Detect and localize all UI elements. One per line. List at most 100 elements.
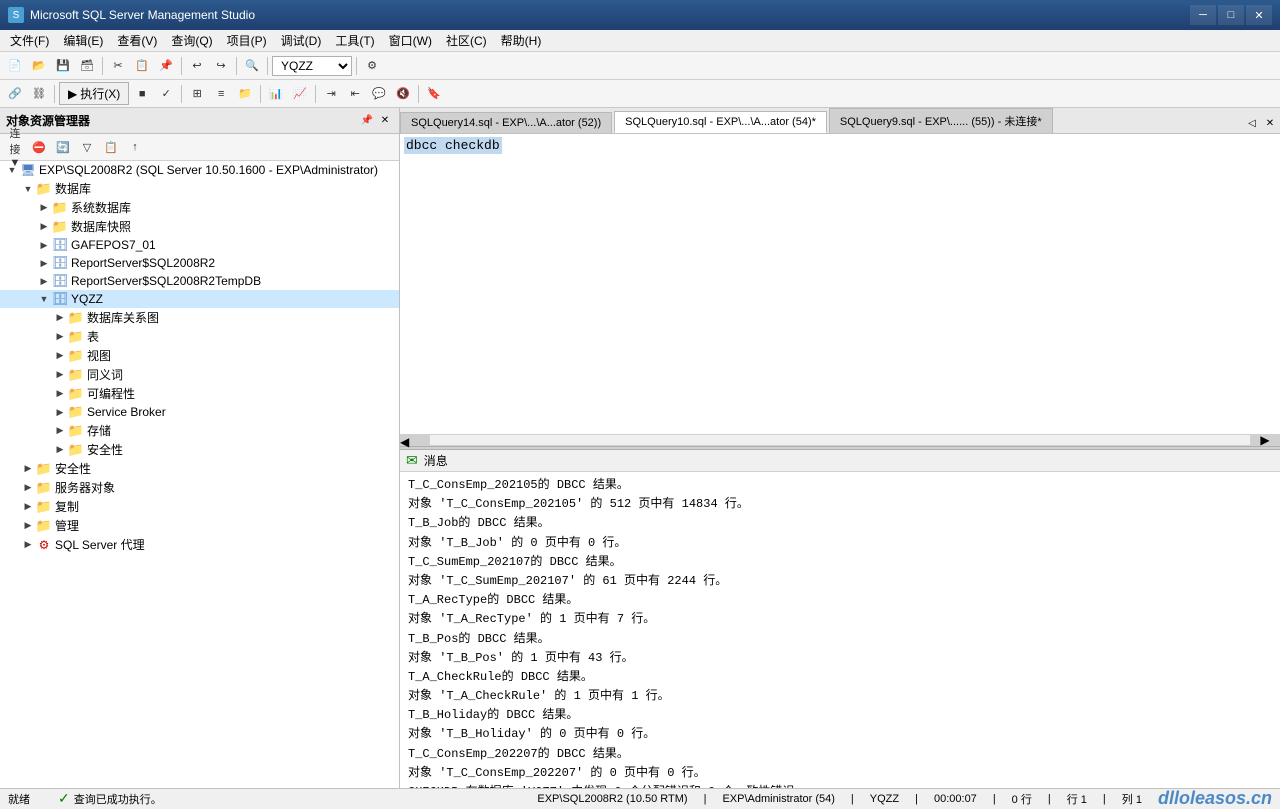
menu-edit[interactable]: 编辑(E) <box>57 30 109 51</box>
expand-replication-icon: ▶ <box>20 501 36 512</box>
databases-label: 数据库 <box>55 180 91 197</box>
tree-node-snapshots[interactable]: ▶ 📁 数据库快照 <box>0 217 399 236</box>
save-button[interactable]: 💾 <box>52 55 74 77</box>
oe-close-button[interactable]: ✕ <box>377 113 393 129</box>
save-all-button[interactable]: 🗃 <box>76 55 98 77</box>
include-client-stats[interactable]: 📈 <box>289 83 311 105</box>
oe-content[interactable]: ▼ 🖥 EXP\SQL2008R2 (SQL Server 10.50.1600… <box>0 161 399 788</box>
paste-button[interactable]: 📌 <box>155 55 177 77</box>
expand-synonyms-icon: ▶ <box>52 369 68 380</box>
tree-node-servicebroker[interactable]: ▶ 📁 Service Broker <box>0 403 399 421</box>
indent-button[interactable]: ⇥ <box>320 83 342 105</box>
redo-button[interactable]: ↪ <box>210 55 232 77</box>
uncomment-button[interactable]: 🔇 <box>392 83 414 105</box>
tree-node-storage[interactable]: ▶ 📁 存储 <box>0 421 399 440</box>
filter-button[interactable]: ⚙ <box>361 55 383 77</box>
results-to-grid[interactable]: ⊞ <box>186 83 208 105</box>
tab-pin-button[interactable]: ◁ <box>1244 115 1260 131</box>
tab-2[interactable]: SQLQuery10.sql - EXP\...\A...ator (54)* <box>614 111 827 133</box>
results-to-text[interactable]: ≡ <box>210 83 232 105</box>
tree-node-server[interactable]: ▼ 🖥 EXP\SQL2008R2 (SQL Server 10.50.1600… <box>0 161 399 179</box>
main-toolbar: 📄 📂 💾 🗃 ✂ 📋 📌 ↩ ↪ 🔍 YQZZ ⚙ <box>0 52 1280 80</box>
menu-window[interactable]: 窗口(W) <box>383 30 438 51</box>
tree-node-sysdbs[interactable]: ▶ 📁 系统数据库 <box>0 198 399 217</box>
tree-node-gafepos[interactable]: ▶ 🗄 GAFEPOS7_01 <box>0 236 399 254</box>
connect-button[interactable]: 🔗 <box>4 83 26 105</box>
open-button[interactable]: 📂 <box>28 55 50 77</box>
oe-collapse-button[interactable]: ↑ <box>124 136 146 158</box>
tree-node-tables[interactable]: ▶ 📁 表 <box>0 327 399 346</box>
undo-button[interactable]: ↩ <box>186 55 208 77</box>
synonyms-label: 同义词 <box>87 366 123 383</box>
parse-button[interactable]: ✓ <box>155 83 177 105</box>
disconnect-button[interactable]: ⛓ <box>28 83 50 105</box>
oe-refresh-button[interactable]: 🔄 <box>52 136 74 158</box>
menu-debug[interactable]: 调试(D) <box>275 30 328 51</box>
tree-node-dbdiag[interactable]: ▶ 📁 数据库关系图 <box>0 308 399 327</box>
oe-connect-button[interactable]: 连接▼ <box>4 136 26 158</box>
tree-node-sqlagent[interactable]: ▶ ⚙ SQL Server 代理 <box>0 535 399 554</box>
new-query-button[interactable]: 📄 <box>4 55 26 77</box>
dbdiag-folder-icon: 📁 <box>68 310 84 326</box>
oe-report-button[interactable]: 📋 <box>100 136 122 158</box>
toolbar-separator-3 <box>236 57 237 75</box>
tree-node-yqzz[interactable]: ▼ 🗄 YQZZ <box>0 290 399 308</box>
menu-tools[interactable]: 工具(T) <box>329 30 380 51</box>
results-to-file[interactable]: 📁 <box>234 83 256 105</box>
tree-node-replication[interactable]: ▶ 📁 复制 <box>0 497 399 516</box>
sql-editor[interactable]: dbcc checkdb <box>400 134 1280 434</box>
include-actual-plan[interactable]: 📊 <box>265 83 287 105</box>
copy-button[interactable]: 📋 <box>131 55 153 77</box>
results-tab-label[interactable]: 消息 <box>424 452 448 469</box>
tree-node-security-db[interactable]: ▶ 📁 安全性 <box>0 440 399 459</box>
tree-node-security[interactable]: ▶ 📁 安全性 <box>0 459 399 478</box>
cut-button[interactable]: ✂ <box>107 55 129 77</box>
database-selector[interactable]: YQZZ <box>272 56 352 76</box>
tree-node-reportserver[interactable]: ▶ 🗄 ReportServer$SQL2008R2 <box>0 254 399 272</box>
minimize-button[interactable]: ─ <box>1190 5 1216 25</box>
yqzz-label: YQZZ <box>71 292 103 306</box>
tree-node-databases[interactable]: ▼ 📁 数据库 <box>0 179 399 198</box>
tree-node-programmability[interactable]: ▶ 📁 可编程性 <box>0 384 399 403</box>
tree-node-synonyms[interactable]: ▶ 📁 同义词 <box>0 365 399 384</box>
stop-button[interactable]: ■ <box>131 83 153 105</box>
menu-project[interactable]: 项目(P) <box>221 30 273 51</box>
tree-node-serverobj[interactable]: ▶ 📁 服务器对象 <box>0 478 399 497</box>
tab-close-all-button[interactable]: ✕ <box>1262 115 1278 131</box>
window-controls[interactable]: ─ □ ✕ <box>1190 5 1272 25</box>
result-line-4: T_C_SumEmp_202107的 DBCC 结果。 <box>408 553 1272 572</box>
result-line-11: 对象 'T_A_CheckRule' 的 1 页中有 1 行。 <box>408 687 1272 706</box>
servicebroker-label: Service Broker <box>87 405 166 419</box>
menu-community[interactable]: 社区(C) <box>440 30 493 51</box>
toolbar-separator-2 <box>181 57 182 75</box>
menu-file[interactable]: 文件(F) <box>4 30 55 51</box>
bookmark-button[interactable]: 🔖 <box>423 83 445 105</box>
menu-query[interactable]: 查询(Q) <box>165 30 218 51</box>
execute-button[interactable]: ▶ 执行(X) <box>59 82 129 105</box>
menu-view[interactable]: 查看(V) <box>111 30 163 51</box>
menu-help[interactable]: 帮助(H) <box>495 30 548 51</box>
tree-node-reporttemp[interactable]: ▶ 🗄 ReportServer$SQL2008R2TempDB <box>0 272 399 290</box>
tree-node-views[interactable]: ▶ 📁 视图 <box>0 346 399 365</box>
tab-3[interactable]: SQLQuery9.sql - EXP\...... (55)) - 未连接* <box>829 108 1053 133</box>
scroll-left-button[interactable]: ◀ <box>400 435 430 445</box>
expand-reportserver-icon: ▶ <box>36 258 52 269</box>
close-button[interactable]: ✕ <box>1246 5 1272 25</box>
sqlagent-icon: ⚙ <box>36 537 52 553</box>
maximize-button[interactable]: □ <box>1218 5 1244 25</box>
status-ready: 就绪 <box>8 791 30 807</box>
comment-button[interactable]: 💬 <box>368 83 390 105</box>
tables-folder-icon: 📁 <box>68 329 84 345</box>
tab-2-label: SQLQuery10.sql - EXP\...\A...ator (54)* <box>625 116 816 128</box>
scroll-right-button[interactable]: ▶ <box>1250 435 1280 445</box>
outdent-button[interactable]: ⇤ <box>344 83 366 105</box>
results-content: T_C_ConsEmp_202105的 DBCC 结果。 对象 'T_C_Con… <box>400 472 1280 788</box>
tree-node-management[interactable]: ▶ 📁 管理 <box>0 516 399 535</box>
search-button[interactable]: 🔍 <box>241 55 263 77</box>
tab-1[interactable]: SQLQuery14.sql - EXP\...\A...ator (52)) <box>400 112 612 133</box>
pin-button[interactable]: 📌 <box>359 113 375 129</box>
expand-sqlagent-icon: ▶ <box>20 539 36 550</box>
menu-bar: 文件(F) 编辑(E) 查看(V) 查询(Q) 项目(P) 调试(D) 工具(T… <box>0 30 1280 52</box>
oe-filter-button[interactable]: ▽ <box>76 136 98 158</box>
oe-disconnect-button[interactable]: ⛔ <box>28 136 50 158</box>
